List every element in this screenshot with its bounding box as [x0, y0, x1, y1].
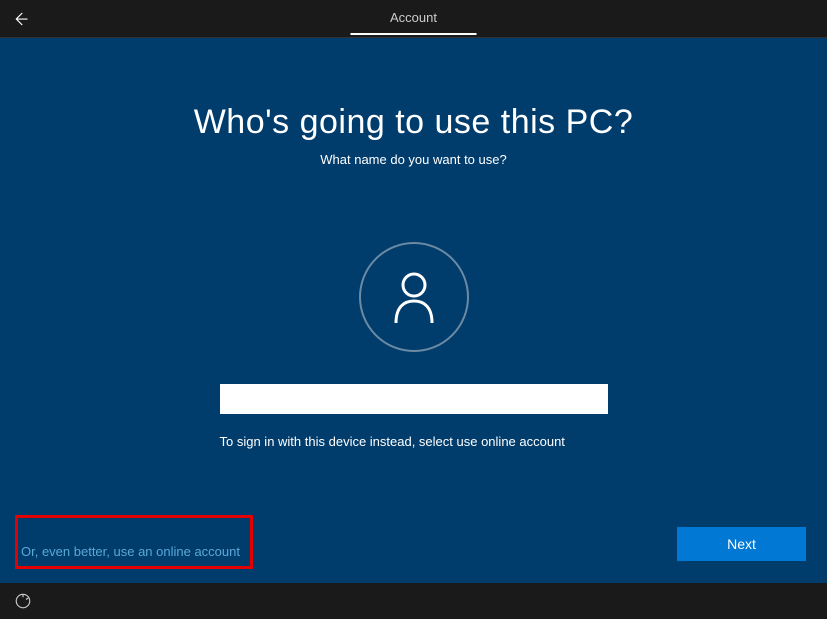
back-button[interactable] [0, 0, 40, 38]
highlight-annotation [15, 515, 253, 569]
avatar-placeholder [359, 242, 469, 352]
tab-container: Account [350, 0, 477, 35]
tab-account[interactable]: Account [350, 0, 477, 35]
main-content: Who's going to use this PC? What name do… [0, 38, 827, 583]
username-input[interactable] [220, 384, 608, 414]
ease-of-access-icon[interactable] [14, 592, 32, 610]
page-title: Who's going to use this PC? [194, 103, 634, 142]
signin-hint: To sign in with this device instead, sel… [220, 434, 608, 449]
header-bar: Account [0, 0, 827, 38]
back-arrow-icon [11, 10, 29, 28]
person-icon [390, 271, 438, 323]
page-subtitle: What name do you want to use? [320, 152, 506, 167]
online-account-link[interactable]: Or, even better, use an online account [21, 544, 240, 559]
next-button[interactable]: Next [677, 527, 806, 561]
footer-bar [0, 583, 827, 619]
